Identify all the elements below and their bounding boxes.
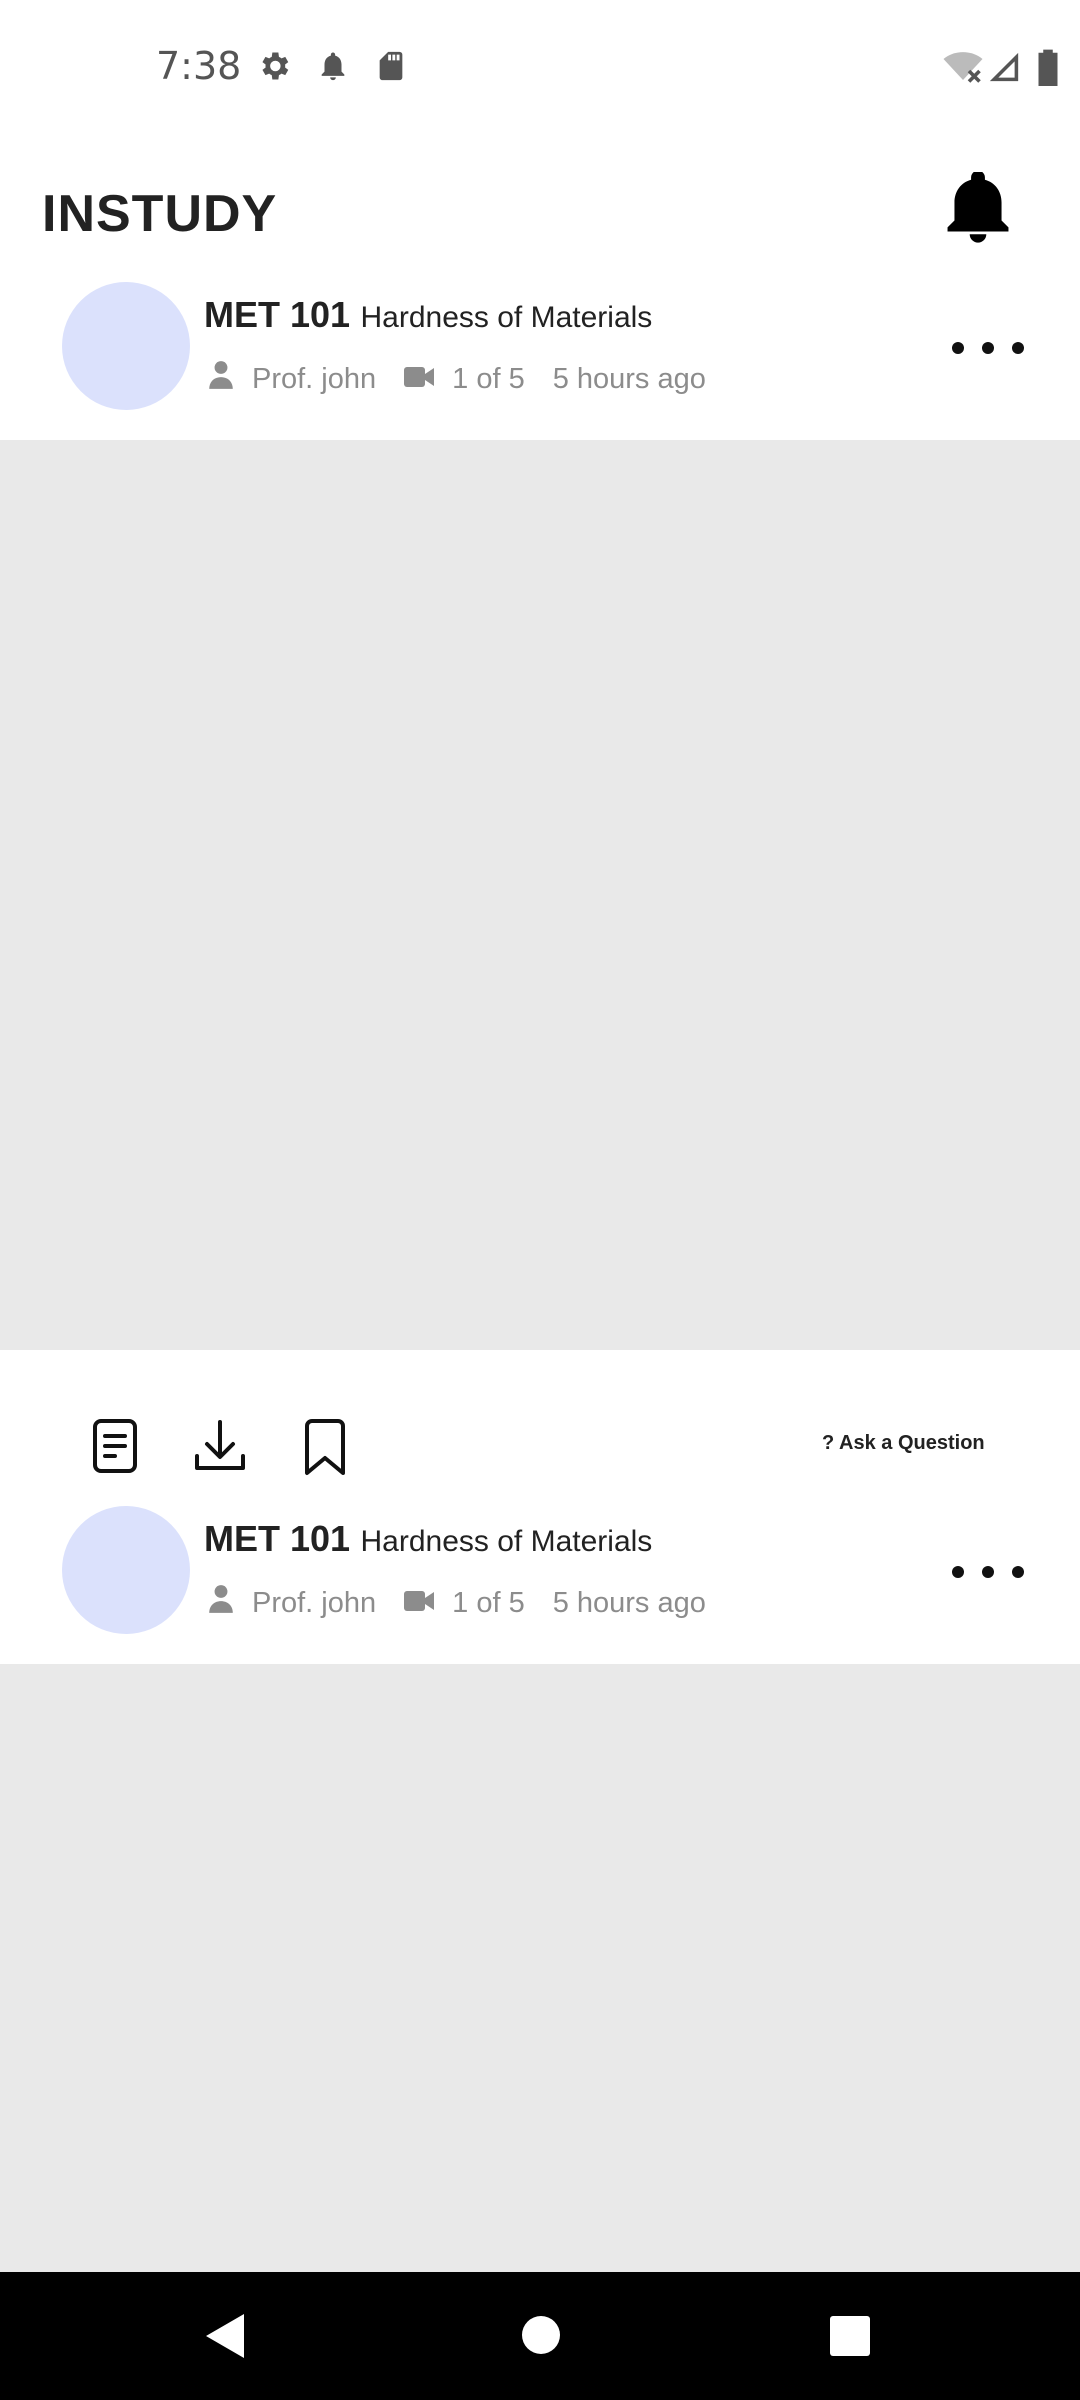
ask-question-button[interactable]: ? Ask a Question [822, 1432, 985, 1455]
video-camera-icon [404, 1587, 435, 1620]
signal-icon [986, 50, 1022, 89]
post-header[interactable]: MET 101 Hardness of Materials Prof. john… [0, 276, 1080, 440]
settings-icon [256, 48, 292, 89]
recents-icon[interactable] [830, 2316, 870, 2361]
more-options-icon[interactable] [952, 318, 1024, 378]
course-title: Hardness of Materials [360, 1525, 653, 1558]
post-header[interactable]: MET 101 Hardness of Materials Prof. john… [0, 1500, 1080, 1664]
person-icon [208, 360, 234, 398]
video-player[interactable] [0, 1664, 1080, 2272]
notification-icon [316, 48, 350, 89]
author-name: Prof. john [252, 362, 377, 395]
post-meta: Prof. john 1 of 5 5 hours ago [208, 356, 706, 402]
more-options-icon[interactable] [952, 1542, 1024, 1602]
post-actions: ? Ask a Question [0, 1350, 1080, 1500]
back-icon[interactable] [204, 2312, 246, 2365]
download-icon[interactable] [194, 1418, 246, 1479]
video-camera-icon [404, 363, 435, 396]
course-title: Hardness of Materials [360, 301, 653, 334]
app-title: INSTUDY [42, 185, 278, 243]
video-player[interactable] [0, 440, 1080, 1350]
home-icon[interactable] [520, 2314, 562, 2361]
system-nav-bar [0, 2272, 1080, 2400]
status-time: 7:38 [156, 44, 242, 88]
video-index: 1 of 5 [452, 1586, 525, 1619]
course-code: MET 101 [204, 294, 351, 335]
sd-card-icon [374, 48, 408, 89]
avatar[interactable] [62, 282, 190, 410]
status-bar: 7:38 [0, 0, 1080, 136]
wifi-off-icon [942, 50, 984, 91]
course-line: MET 101 Hardness of Materials [204, 294, 652, 336]
time-ago: 5 hours ago [552, 362, 706, 395]
avatar[interactable] [62, 1506, 190, 1634]
post-meta: Prof. john 1 of 5 5 hours ago [208, 1580, 706, 1626]
author-name: Prof. john [252, 1586, 377, 1619]
person-icon [208, 1584, 234, 1622]
bookmark-icon[interactable] [302, 1418, 348, 1481]
battery-icon [1036, 48, 1060, 91]
app-header: INSTUDY [0, 136, 1080, 276]
video-index: 1 of 5 [452, 362, 525, 395]
course-line: MET 101 Hardness of Materials [204, 1518, 652, 1560]
document-icon[interactable] [92, 1418, 138, 1479]
bell-icon[interactable] [944, 170, 1012, 249]
time-ago: 5 hours ago [552, 1586, 706, 1619]
course-code: MET 101 [204, 1518, 351, 1559]
